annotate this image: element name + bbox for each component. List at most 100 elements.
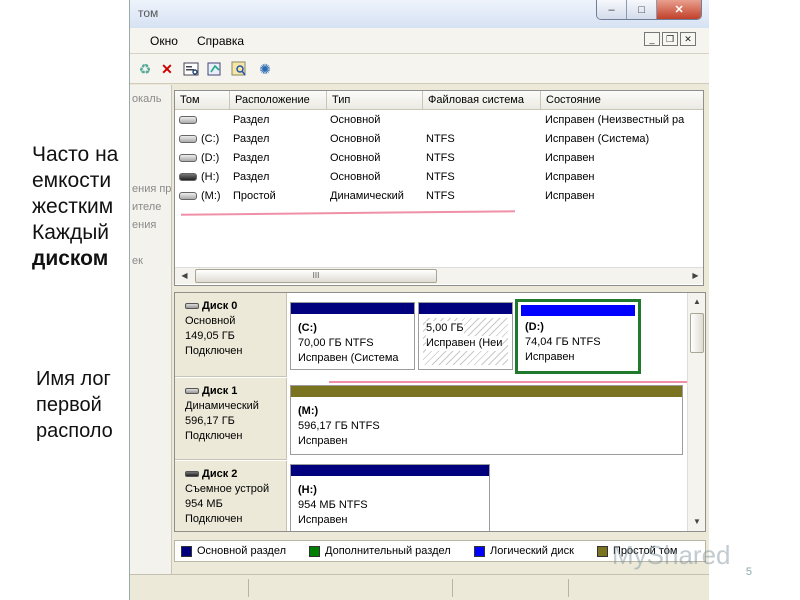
legend-label: Дополнительный раздел bbox=[325, 545, 451, 557]
slide-canvas: Часто на емкости жестким Каждый диском И… bbox=[0, 0, 800, 600]
maximize-button[interactable]: □ bbox=[627, 0, 658, 19]
settings-icon[interactable]: ✺ bbox=[256, 60, 274, 78]
mdi-restore-button[interactable]: ❐ bbox=[662, 32, 678, 46]
volume-name: (C:) bbox=[201, 133, 220, 145]
status-cell: Исправен (Система) bbox=[545, 133, 650, 145]
table-row[interactable]: (M:) Простой Динамический NTFS Исправен bbox=[175, 187, 703, 206]
menu-help[interactable]: Справка bbox=[197, 34, 244, 48]
tree-fragment: окаль bbox=[132, 93, 162, 105]
disk-name: Диск 1 bbox=[202, 385, 238, 397]
vertical-scrollbar[interactable]: ▲ ▼ bbox=[687, 293, 705, 531]
partition-label: (C:) bbox=[298, 322, 317, 334]
status-cell: Исправен bbox=[545, 190, 595, 202]
scroll-left-arrow-icon[interactable]: ◀ bbox=[177, 269, 192, 283]
disk-size: 149,05 ГБ bbox=[185, 330, 235, 342]
mdi-minimize-button[interactable]: _ bbox=[644, 32, 660, 46]
partition-status: Исправен bbox=[298, 514, 348, 526]
menu-window[interactable]: Окно bbox=[150, 34, 178, 48]
annotation-underline bbox=[180, 210, 516, 216]
volume-list-header: Том Расположение Тип Файловая система Со… bbox=[175, 91, 703, 110]
window-controls: – □ ✕ bbox=[596, 0, 702, 20]
disk-name-line: Диск 2 bbox=[185, 467, 286, 482]
type-cell: Основной bbox=[330, 114, 381, 126]
partition-d-selected[interactable]: (D:) 74,04 ГБ NTFS Исправен bbox=[515, 299, 641, 374]
disk-state: Подключен bbox=[185, 513, 243, 525]
help-icon[interactable] bbox=[230, 60, 248, 78]
partition-unknown[interactable]: 5,00 ГБ Исправен (Неи bbox=[418, 302, 513, 370]
disk-1-label[interactable]: Диск 1 Динамический 596,17 ГБ Подключен bbox=[175, 378, 287, 460]
partition-text: (H:) 954 МБ NTFS Исправен bbox=[298, 483, 368, 528]
column-header-volume[interactable]: Том bbox=[175, 91, 230, 110]
partition-status: Исправен bbox=[525, 351, 575, 363]
status-divider bbox=[248, 579, 249, 597]
legend-label: Логический диск bbox=[490, 545, 574, 557]
partition-bar bbox=[419, 303, 512, 314]
column-header-layout[interactable]: Расположение bbox=[230, 91, 327, 110]
disk-name: Диск 0 bbox=[202, 300, 238, 312]
column-header-type[interactable]: Тип bbox=[327, 91, 423, 110]
minimize-button[interactable]: – bbox=[597, 0, 628, 19]
legend-label: Основной раздел bbox=[197, 545, 286, 557]
layout-cell: Раздел bbox=[233, 152, 270, 164]
partition-status: Исправен (Неи bbox=[426, 336, 503, 351]
removable-disk-icon bbox=[185, 471, 199, 478]
toolbar: ♻ ✕ ✺ bbox=[130, 54, 709, 84]
partition-bar bbox=[521, 305, 635, 316]
partition-c[interactable]: (C:) 70,00 ГБ NTFS Исправен (Система bbox=[290, 302, 415, 370]
layout-cell: Раздел bbox=[233, 171, 270, 183]
legend-swatch bbox=[181, 545, 192, 557]
table-row[interactable]: Раздел Основной Исправен (Неизвестный ра bbox=[175, 111, 703, 130]
disk-2-label[interactable]: Диск 2 Съемное устрой 954 МБ Подключен bbox=[175, 461, 287, 531]
type-cell: Основной bbox=[330, 152, 381, 164]
column-header-filesystem[interactable]: Файловая система bbox=[423, 91, 541, 110]
table-row[interactable]: (D:) Раздел Основной NTFS Исправен bbox=[175, 149, 703, 168]
table-row[interactable]: (C:) Раздел Основной NTFS Исправен (Сист… bbox=[175, 130, 703, 149]
scroll-thumb[interactable]: III bbox=[195, 269, 437, 283]
partition-size: 596,17 ГБ NTFS bbox=[298, 420, 380, 432]
tree-fragment: ения пр bbox=[132, 183, 172, 195]
slide-line: Часто на bbox=[32, 143, 119, 166]
type-cell: Основной bbox=[330, 171, 381, 183]
partition-label: (M:) bbox=[298, 405, 319, 417]
scroll-thumb[interactable] bbox=[690, 313, 704, 353]
legend-swatch bbox=[309, 545, 320, 557]
volume-name: (M:) bbox=[201, 190, 221, 202]
partition-size: 954 МБ NTFS bbox=[298, 499, 368, 511]
partition-bar bbox=[291, 465, 489, 476]
column-header-status[interactable]: Состояние bbox=[541, 91, 703, 110]
disk-icon bbox=[185, 388, 199, 395]
scroll-right-arrow-icon[interactable]: ▶ bbox=[688, 269, 703, 283]
volume-cell: (M:) bbox=[175, 187, 230, 206]
partition-m[interactable]: (M:) 596,17 ГБ NTFS Исправен bbox=[290, 385, 683, 455]
volume-name: (D:) bbox=[201, 152, 220, 164]
status-cell: Исправен bbox=[545, 171, 595, 183]
filesystem-cell: NTFS bbox=[426, 133, 455, 145]
removable-drive-icon bbox=[179, 173, 197, 182]
filesystem-cell bbox=[426, 111, 542, 130]
scroll-up-arrow-icon[interactable]: ▲ bbox=[690, 295, 704, 309]
partition-status: Исправен bbox=[298, 435, 348, 447]
help-topics-icon[interactable] bbox=[206, 60, 224, 78]
layout-cell: Раздел bbox=[233, 133, 270, 145]
volume-cell: (H:) bbox=[175, 168, 230, 187]
slide-bold-line: диском bbox=[32, 247, 109, 270]
partition-status: Исправен (Система bbox=[298, 352, 399, 364]
mdi-close-button[interactable]: ✕ bbox=[680, 32, 696, 46]
menu-bar: Окно Справка _ ❐ ✕ bbox=[130, 28, 709, 54]
disk-management-window: том – □ ✕ Окно Справка _ ❐ ✕ ♻ ✕ ✺ окаль… bbox=[129, 0, 709, 600]
properties-icon[interactable] bbox=[182, 60, 200, 78]
scroll-down-arrow-icon[interactable]: ▼ bbox=[690, 515, 704, 529]
filesystem-cell: NTFS bbox=[426, 171, 455, 183]
disk-0-label[interactable]: Диск 0 Основной 149,05 ГБ Подключен bbox=[175, 293, 287, 377]
legend-item: Дополнительный раздел bbox=[309, 545, 451, 557]
horizontal-scrollbar[interactable]: ◀ III ▶ bbox=[175, 267, 703, 284]
partition-h[interactable]: (H:) 954 МБ NTFS Исправен bbox=[290, 464, 490, 531]
window-titlebar[interactable]: том – □ ✕ bbox=[130, 0, 709, 28]
status-cell: Исправен bbox=[545, 152, 595, 164]
close-button[interactable]: ✕ bbox=[657, 0, 701, 19]
partition-label: (D:) bbox=[525, 321, 544, 333]
delete-icon[interactable]: ✕ bbox=[158, 60, 176, 78]
table-row[interactable]: (H:) Раздел Основной NTFS Исправен bbox=[175, 168, 703, 187]
refresh-icon[interactable]: ♻ bbox=[136, 60, 154, 78]
legend-item: Основной раздел bbox=[181, 545, 286, 557]
